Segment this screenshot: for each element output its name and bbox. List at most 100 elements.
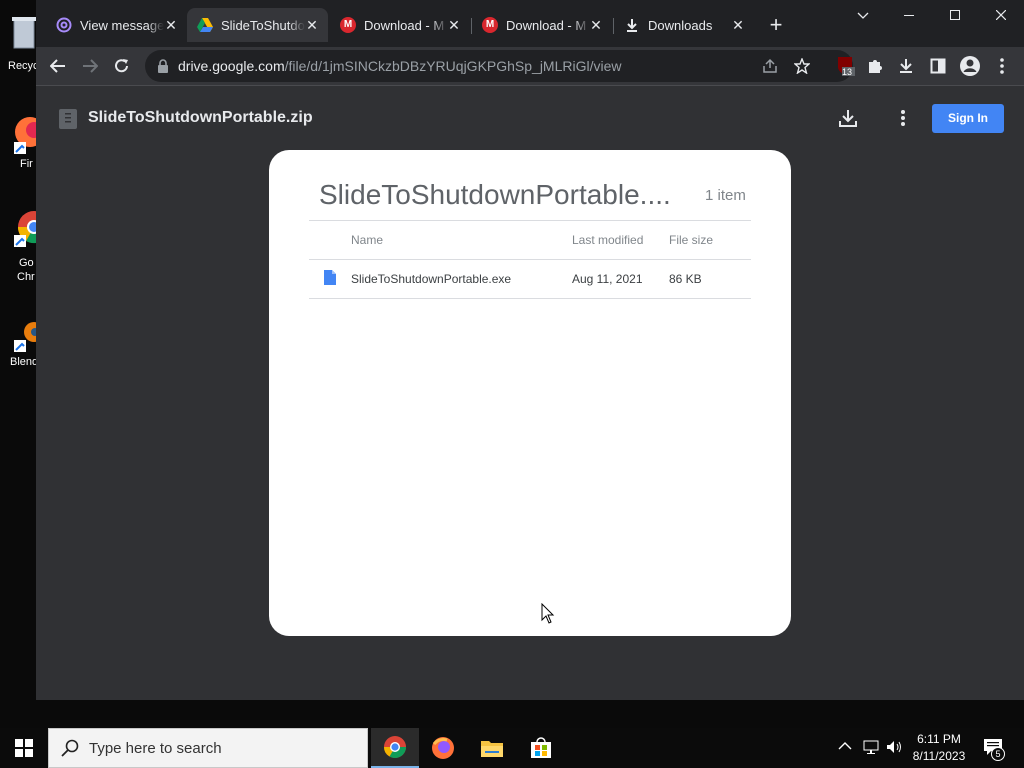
star-icon[interactable] xyxy=(794,58,810,74)
download-button[interactable] xyxy=(836,106,860,130)
maximize-button[interactable] xyxy=(932,4,978,26)
file-icon xyxy=(324,270,336,285)
taskbar: Type here to search 6:11 PM 8/11/2023 5 xyxy=(0,728,1024,768)
desktop-icon-chrome[interactable]: Go Chr xyxy=(0,203,44,287)
desktop-icon-firefox[interactable]: Fir xyxy=(0,110,44,174)
file-size: 86 KB xyxy=(669,272,702,286)
chevron-up-icon[interactable] xyxy=(838,739,852,754)
google-drive-icon xyxy=(197,17,213,33)
archive-file-icon xyxy=(59,109,77,129)
column-header-last-modified[interactable]: Last modified xyxy=(572,233,643,247)
more-actions-button[interactable] xyxy=(891,106,915,130)
ublock-extension-button[interactable]: 13 xyxy=(833,54,857,78)
reload-button[interactable] xyxy=(110,54,134,78)
extensions-button[interactable] xyxy=(863,54,887,78)
column-header-file-size[interactable]: File size xyxy=(669,233,713,247)
chrome-menu-button[interactable] xyxy=(990,54,1014,78)
reload-icon xyxy=(115,59,128,73)
tab-title: Download - M xyxy=(364,17,445,33)
tab-title: View message xyxy=(80,17,164,33)
desktop-icon-label: Go xyxy=(19,257,34,269)
taskbar-app-firefox[interactable] xyxy=(419,728,467,768)
mouse-cursor-icon xyxy=(541,603,555,624)
start-button[interactable] xyxy=(0,728,48,768)
notification-count-badge: 5 xyxy=(991,747,1005,761)
tab-download-mega-2[interactable]: M Download - M ✕ xyxy=(472,8,612,42)
close-window-button[interactable] xyxy=(978,4,1024,26)
close-icon[interactable]: ✕ xyxy=(446,17,462,33)
search-placeholder: Type here to search xyxy=(89,740,222,757)
tab-search-button[interactable] xyxy=(840,4,886,26)
more-vert-icon xyxy=(901,110,905,126)
minimize-button[interactable] xyxy=(886,4,932,26)
share-icon[interactable] xyxy=(762,58,778,74)
search-icon xyxy=(61,739,79,757)
sign-in-button[interactable]: Sign In xyxy=(932,104,1004,133)
clock-time: 6:11 PM xyxy=(917,732,961,746)
close-icon[interactable]: ✕ xyxy=(588,17,604,33)
item-count: 1 item xyxy=(705,187,746,204)
tab-strip: View message ✕ SlideToShutdown ✕ M Downl… xyxy=(36,0,1024,47)
network-icon[interactable] xyxy=(863,739,879,758)
at-icon xyxy=(56,17,72,33)
mega-icon: M xyxy=(340,17,356,33)
url-host: drive.google.com xyxy=(178,58,285,74)
divider xyxy=(309,220,751,221)
extension-badge: 13 xyxy=(842,67,853,77)
tab-slidetoshutdown[interactable]: SlideToShutdown ✕ xyxy=(187,8,328,42)
taskbar-app-file-explorer[interactable] xyxy=(468,728,516,768)
minimize-icon xyxy=(904,15,914,16)
mega-icon: M xyxy=(482,17,498,33)
desktop-icon-label: Blend xyxy=(10,356,39,368)
taskbar-search-box[interactable]: Type here to search xyxy=(48,728,368,768)
tab-downloads[interactable]: Downloads ✕ xyxy=(614,8,754,42)
store-icon xyxy=(531,737,551,758)
desktop-icon-recycle-bin[interactable]: Recyc xyxy=(0,8,39,74)
side-panel-icon xyxy=(930,58,946,74)
taskbar-app-microsoft-store[interactable] xyxy=(517,728,565,768)
chevron-down-icon xyxy=(857,12,869,19)
file-name-title: SlideToShutdownPortable.zip xyxy=(88,109,313,126)
clock-date: 8/11/2023 xyxy=(912,749,966,763)
tab-download-mega-1[interactable]: M Download - M ✕ xyxy=(330,8,470,42)
avatar-icon xyxy=(960,56,980,76)
tab-view-message[interactable]: View message ✕ xyxy=(46,8,187,42)
url-path: /file/d/1jmSINCkzbDBzYRUqjGKPGhSp_jMLRiG… xyxy=(284,58,622,74)
desktop-icon-label: Recyc xyxy=(8,60,39,72)
download-icon xyxy=(624,17,640,33)
desktop-icon-blender[interactable]: Blend xyxy=(0,316,44,372)
windows-icon xyxy=(15,739,33,757)
close-icon[interactable]: ✕ xyxy=(304,17,320,33)
new-tab-button[interactable]: + xyxy=(765,14,787,37)
side-panel-button[interactable] xyxy=(926,54,950,78)
desktop-icon-label: Chr xyxy=(17,271,35,283)
file-modified: Aug 11, 2021 xyxy=(572,272,643,286)
divider xyxy=(309,298,751,299)
drive-preview-page: SlideToShutdownPortable.zip Sign In Slid… xyxy=(36,86,1024,700)
column-header-name[interactable]: Name xyxy=(351,233,383,247)
system-clock[interactable]: 6:11 PM 8/11/2023 xyxy=(904,731,974,765)
notification-center-button[interactable]: 5 xyxy=(980,736,1008,762)
taskbar-app-chrome[interactable] xyxy=(371,728,419,768)
downloads-button[interactable] xyxy=(894,54,918,78)
folder-icon xyxy=(481,741,503,757)
volume-icon[interactable] xyxy=(886,739,904,758)
profile-button[interactable] xyxy=(958,54,982,78)
tab-title: SlideToShutdown xyxy=(221,17,305,33)
arrow-left-icon xyxy=(50,59,65,73)
table-row[interactable]: SlideToShutdownPortable.exe Aug 11, 2021… xyxy=(309,260,751,298)
drive-header: SlideToShutdownPortable.zip Sign In xyxy=(36,86,1024,150)
url-text[interactable]: drive.google.com/file/d/1jmSINCkzbDBzYRU… xyxy=(178,58,622,74)
forward-button[interactable] xyxy=(78,54,102,78)
chrome-icon xyxy=(384,736,406,758)
address-bar[interactable]: drive.google.com/file/d/1jmSINCkzbDBzYRU… xyxy=(145,50,853,82)
close-icon[interactable]: ✕ xyxy=(730,17,746,33)
close-icon[interactable]: ✕ xyxy=(163,17,179,33)
browser-toolbar: drive.google.com/file/d/1jmSINCkzbDBzYRU… xyxy=(36,47,1024,85)
tab-title: Download - M xyxy=(506,17,587,33)
tab-title: Downloads xyxy=(648,17,713,33)
screen: Recyc Fir Go Chr Blend View message ✕ Sl… xyxy=(0,0,1024,768)
back-button[interactable] xyxy=(46,54,70,78)
browser-window: View message ✕ SlideToShutdown ✕ M Downl… xyxy=(36,0,1024,700)
download-icon xyxy=(839,110,857,127)
